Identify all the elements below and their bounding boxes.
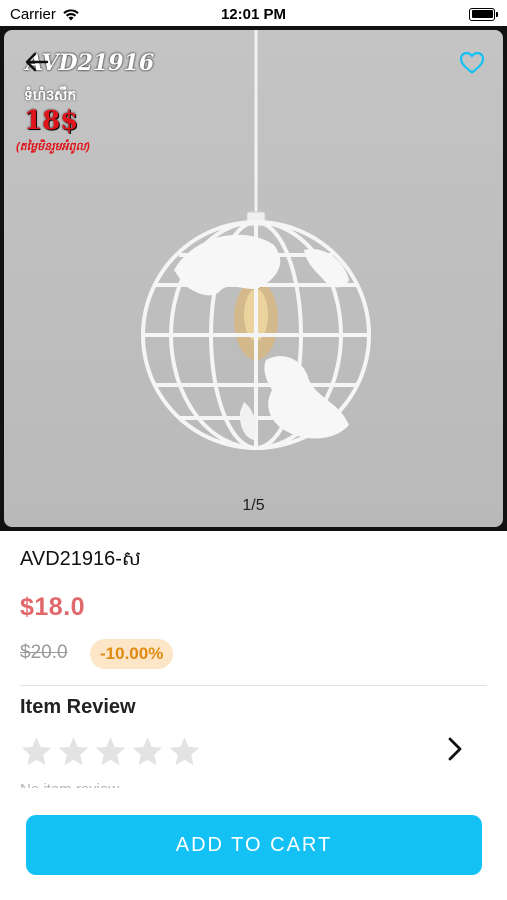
status-bar: Carrier 12:01 PM [0,0,507,28]
add-to-cart-button[interactable]: ADD TO CART [26,815,482,875]
review-heading: Item Review [20,696,136,718]
star-icon [132,737,163,766]
star-icon [95,737,126,766]
discount-badge: -10.00% [90,639,174,669]
battery-icon [469,7,498,21]
overlay-size-label: ទំហំ3សឹក [24,87,77,103]
current-price: $18.0 [20,593,86,621]
back-arrow-icon [25,52,49,72]
wifi-icon [63,8,79,20]
chevron-right-icon [448,737,462,761]
lamp-photo [141,30,371,450]
favorite-button[interactable] [455,46,489,80]
rating-stars [20,735,201,768]
star-icon [169,737,200,766]
back-button[interactable] [20,48,54,76]
status-left: Carrier [0,6,80,23]
divider [20,685,487,686]
star-icon [58,737,89,766]
image-pager: 1/5 [242,497,265,514]
overlay-price: 18$ [24,106,79,136]
overlay-note: (តម្លៃមិនរួមអំពូល) [16,141,90,153]
status-right [469,7,507,21]
review-more-button[interactable] [443,735,467,763]
product-detail-screen: Carrier 12:01 PM AVD21916 ទំហំ3សឹក 18$ (… [0,0,507,900]
original-price: $20.0 [20,642,68,663]
product-title: AVD21916-ស [20,548,141,570]
carrier-label: Carrier [10,5,56,23]
heart-outline-icon [459,51,485,74]
star-icon [21,737,52,766]
product-image-gallery[interactable]: AVD21916 ទំហំ3សឹក 18$ (តម្លៃមិនរួមអំពូល)… [0,26,507,531]
product-image[interactable]: AVD21916 ទំហំ3សឹក 18$ (តម្លៃមិនរួមអំពូល)… [4,30,503,527]
